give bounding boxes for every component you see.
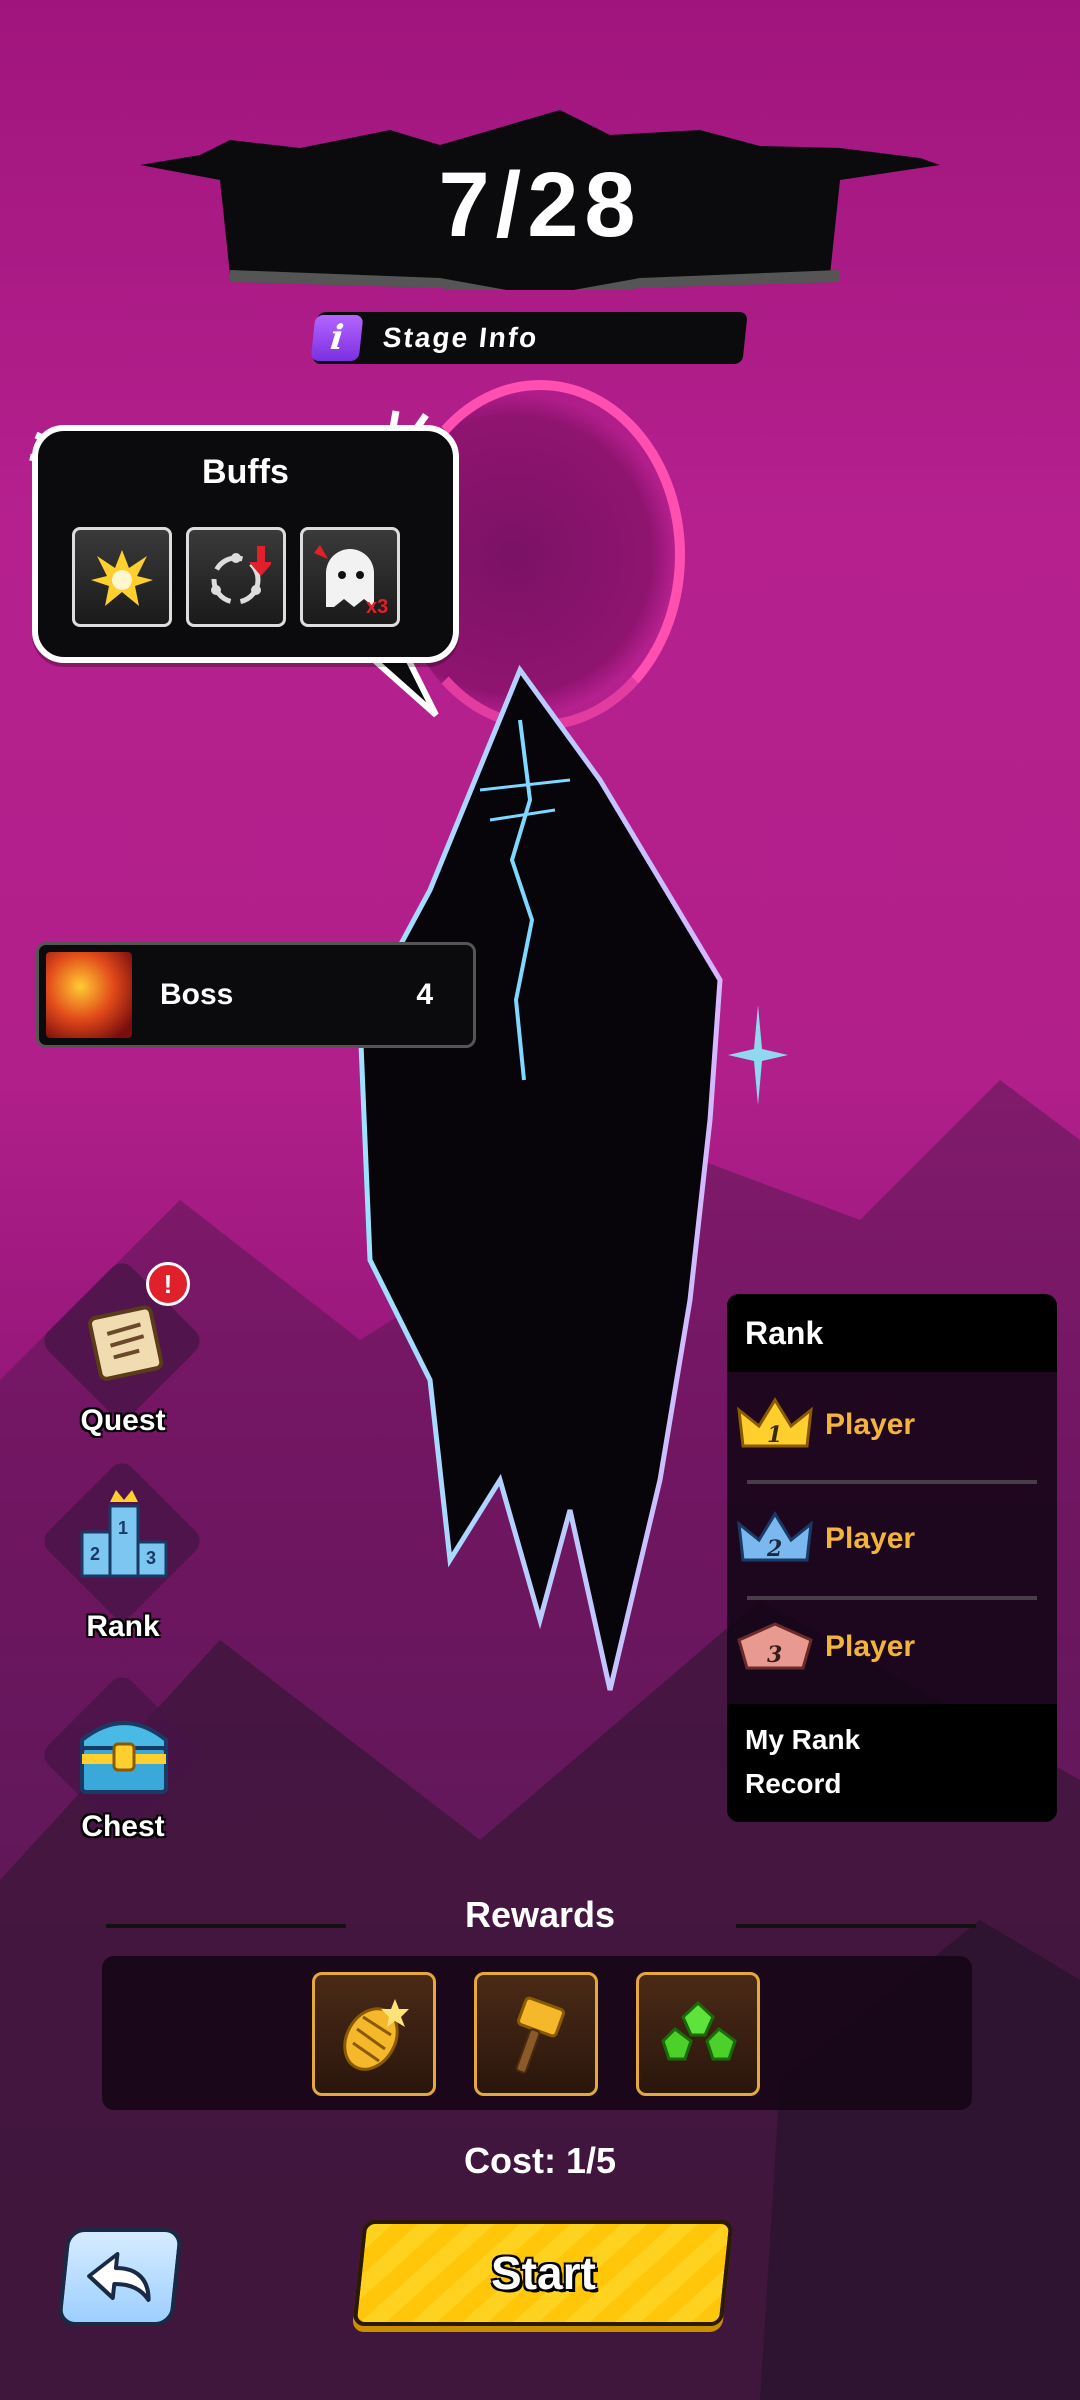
start-button[interactable]: Start: [352, 2220, 734, 2326]
svg-text:2: 2: [90, 1544, 100, 1564]
rank-label: Rank: [86, 1610, 160, 1643]
ranking-row[interactable]: 3 Player: [727, 1602, 1057, 1714]
svg-text:3: 3: [146, 1548, 156, 1568]
boss-portrait: [46, 952, 132, 1038]
svg-text:2: 2: [766, 1536, 782, 1562]
ranking-row[interactable]: 1 Player: [727, 1380, 1057, 1492]
golden-hammer-icon: [515, 1996, 565, 2074]
ranking-value: Player: [825, 1408, 916, 1441]
power-up-icon: [91, 550, 153, 606]
reward-item[interactable]: [474, 1972, 598, 2096]
my-record-label: Record: [745, 1768, 842, 1799]
my-rank-label: My Rank: [745, 1724, 861, 1755]
shadow-boss-silhouette: [357, 664, 723, 1691]
quest-button[interactable]: ! Quest: [38, 1257, 208, 1437]
stage-title: 7/28: [438, 153, 642, 256]
rewards-title: Rewards: [464, 1894, 616, 1935]
back-arrow-icon: [87, 2252, 151, 2302]
boss-info-bar[interactable]: Boss 4: [36, 942, 476, 1048]
boss-name: Boss: [160, 978, 234, 1011]
quest-alert-badge: !: [146, 1262, 190, 1306]
back-button[interactable]: [56, 2228, 184, 2326]
stage-info-bar[interactable]: i Stage Info: [310, 312, 748, 364]
ranking-panel: Rank 1 Player 2 Player 3 Player My Rank …: [727, 1294, 1057, 1822]
rewards-panel: [102, 1956, 972, 2110]
ranking-divider: [747, 1596, 1037, 1600]
sparkle-icon: [728, 1005, 788, 1105]
chest-button[interactable]: Chest: [38, 1671, 208, 1846]
svg-text:1: 1: [767, 1422, 782, 1448]
reward-item[interactable]: [636, 1972, 760, 2096]
start-button-label: Start: [490, 2247, 596, 2299]
svg-text:1: 1: [118, 1518, 128, 1538]
energy-cost: Cost: 1/5: [463, 2140, 617, 2181]
boss-level: 4: [416, 978, 433, 1011]
cycle-down-icon: [211, 546, 271, 605]
info-icon[interactable]: i: [310, 315, 364, 361]
podium-icon: 1 2 3: [80, 1490, 168, 1578]
modifiers-panel: Buffs x3: [32, 425, 459, 663]
ranking-divider: [747, 1480, 1037, 1484]
reward-item[interactable]: [312, 1972, 436, 2096]
ranking-value: Player: [825, 1630, 916, 1663]
modifier-power-up[interactable]: [72, 527, 172, 627]
angry-ghost-icon: x3: [314, 545, 388, 617]
treasure-chest-icon: [80, 1721, 168, 1794]
chest-label: Chest: [81, 1810, 165, 1843]
modifier-angry-ghost[interactable]: x3: [300, 527, 400, 627]
multiplier-label: x3: [366, 596, 388, 617]
golden-pinecone-icon: [343, 1999, 409, 2071]
ranking-row[interactable]: 2 Player: [727, 1494, 1057, 1606]
silver-crown-icon: 2: [737, 1511, 813, 1562]
modifiers-title: Buffs: [202, 453, 289, 491]
ranking-value: Player: [825, 1522, 916, 1555]
rank-button[interactable]: 1 2 3 Rank: [38, 1457, 208, 1643]
bronze-badge-icon: 3: [737, 1622, 813, 1670]
gold-crown-icon: 1: [737, 1397, 813, 1448]
my-rank-footer: My Rank Record: [727, 1704, 1057, 1822]
svg-text:3: 3: [767, 1642, 782, 1668]
modifier-cycle-down[interactable]: [186, 527, 286, 627]
ranking-title: Rank: [727, 1294, 1057, 1372]
quest-label: Quest: [80, 1404, 166, 1437]
green-gems-icon: [661, 2000, 737, 2061]
stage-subtitle: Stage Info: [381, 322, 541, 353]
